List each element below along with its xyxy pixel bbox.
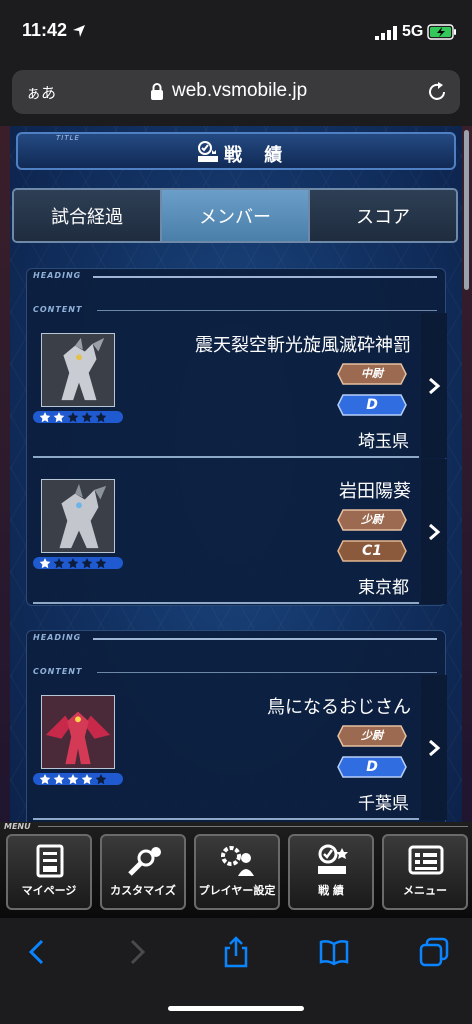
row-arrow[interactable] xyxy=(421,459,447,604)
menu-tag: MENU xyxy=(4,822,31,831)
share-icon[interactable] xyxy=(220,936,252,968)
row-arrow[interactable] xyxy=(421,313,447,458)
divider xyxy=(93,276,437,278)
prefecture: 埼玉県 xyxy=(358,432,409,452)
prefecture: 東京都 xyxy=(358,578,409,598)
grade-badge: D xyxy=(337,756,407,778)
member-row[interactable]: 岩田陽葵 少尉 C1 東京都 xyxy=(27,459,447,604)
tabs-icon[interactable] xyxy=(418,936,450,968)
member-row[interactable]: 鳥になるおじさん 少尉 D 千葉県 xyxy=(27,675,447,820)
player-name: 鳥になるおじさん xyxy=(267,697,411,718)
battery-charging-icon xyxy=(427,24,456,40)
chevron-right-icon xyxy=(429,377,441,394)
grade-badge: C1 xyxy=(337,540,407,562)
player-settings-button[interactable]: プレイヤー設定 xyxy=(194,834,280,910)
page-title: 戦 績 xyxy=(224,145,291,166)
browser-toolbar xyxy=(0,918,472,1024)
tab-match-progress[interactable]: 試合経過 xyxy=(14,190,162,241)
row-arrow[interactable] xyxy=(421,675,447,820)
tab-score[interactable]: スコア xyxy=(310,190,456,241)
rank-badge: 少尉 xyxy=(337,509,407,531)
trophy-icon xyxy=(198,141,218,162)
records-page: TITLE 戦 績 試合経過 メンバー スコア HEADING CONTENT xyxy=(0,126,472,918)
reload-icon[interactable] xyxy=(426,81,448,103)
mypage-button[interactable]: マイページ xyxy=(6,834,92,910)
divider xyxy=(97,672,437,673)
forward-icon[interactable] xyxy=(120,936,152,968)
back-icon[interactable] xyxy=(22,936,54,968)
scrollbar[interactable] xyxy=(464,130,469,290)
text-size-button[interactable]: ぁあ xyxy=(26,82,56,103)
divider xyxy=(97,310,437,311)
member-row[interactable]: 震天裂空斬光旋風滅砕神罰 中尉 D 埼玉県 xyxy=(27,313,447,458)
star-rating xyxy=(33,411,123,423)
menu-button[interactable]: メニュー xyxy=(382,834,468,910)
bookmarks-icon[interactable] xyxy=(318,936,350,968)
team-card: HEADING CONTENT 震天裂空斬光旋風滅砕神罰 中尉 D 埼玉県 岩田… xyxy=(26,268,447,606)
tab-bar: 試合経過 メンバー スコア xyxy=(12,188,458,243)
heading-tag: HEADING xyxy=(33,633,82,642)
customize-button[interactable]: カスタマイズ xyxy=(100,834,186,910)
divider xyxy=(33,602,419,604)
rank-badge: 少尉 xyxy=(337,725,407,747)
records-icon xyxy=(318,844,348,874)
left-frame xyxy=(0,126,10,918)
mobile-suit-portrait xyxy=(41,333,115,407)
tab-members[interactable]: メンバー xyxy=(162,190,310,241)
title-bar: TITLE 戦 績 xyxy=(16,132,456,170)
grade-badge: D xyxy=(337,394,407,416)
network-type: 5G xyxy=(402,23,424,40)
mobile-suit-portrait xyxy=(41,695,115,769)
status-time: 11:42 xyxy=(22,20,68,40)
player-name: 岩田陽葵 xyxy=(339,481,411,502)
star-rating xyxy=(33,557,123,569)
rank-badge: 中尉 xyxy=(337,363,407,385)
mypage-icon xyxy=(36,844,64,878)
divider xyxy=(33,456,419,458)
star-rating xyxy=(33,773,123,785)
mobile-suit-portrait xyxy=(41,479,115,553)
game-menu-bar: MENU マイページ カスタマイズ プレイヤー設定 戦 績 メニュー xyxy=(0,822,472,918)
player-settings-icon xyxy=(221,846,254,876)
address-bar[interactable]: ぁあ web.vsmobile.jp xyxy=(12,70,460,114)
home-indicator xyxy=(168,1006,304,1011)
records-button[interactable]: 戦 績 xyxy=(288,834,374,910)
divider xyxy=(93,638,437,640)
title-tag: TITLE xyxy=(56,134,80,142)
signal-icon xyxy=(375,26,397,40)
lock-icon xyxy=(151,83,163,100)
chevron-right-icon xyxy=(429,739,441,756)
player-name: 震天裂空斬光旋風滅砕神罰 xyxy=(195,335,411,356)
url-text[interactable]: web.vsmobile.jp xyxy=(172,80,307,102)
heading-tag: HEADING xyxy=(33,271,82,280)
menu-icon xyxy=(408,845,444,875)
location-arrow-icon xyxy=(73,25,85,37)
divider xyxy=(33,818,419,820)
status-bar: 11:42 5G xyxy=(0,0,472,62)
divider xyxy=(38,826,468,827)
browser-address-area: ぁあ web.vsmobile.jp xyxy=(0,62,472,126)
prefecture: 千葉県 xyxy=(358,794,409,814)
customize-icon xyxy=(128,847,161,876)
chevron-right-icon xyxy=(429,523,441,540)
